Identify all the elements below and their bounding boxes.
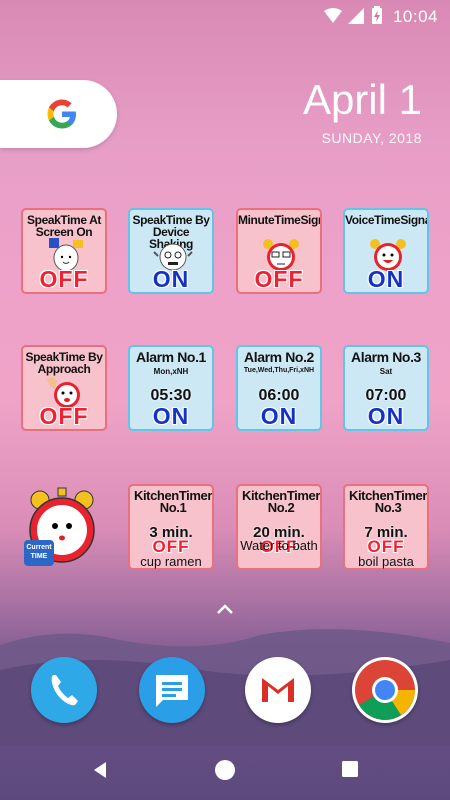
state-on-label: ON bbox=[260, 403, 298, 429]
alarm-2-widget[interactable]: Alarm No.2 Tue,Wed,Thu,Fri,xNH 06:00 ON bbox=[236, 345, 322, 431]
widget-title: SpeakTime By Approach bbox=[25, 350, 103, 376]
alarm-1-widget[interactable]: Alarm No.1 Mon,xNH 05:30 ON bbox=[128, 345, 214, 431]
weekday-year-text: SUNDAY, 2018 bbox=[321, 130, 422, 146]
date-widget[interactable]: April 1 SUNDAY, 2018 bbox=[302, 76, 422, 147]
widget-title: Alarm No.1 bbox=[136, 349, 206, 365]
clock-time: 10:04 bbox=[392, 7, 438, 26]
back-button[interactable] bbox=[90, 760, 110, 780]
widget-title: Alarm No.3 bbox=[351, 349, 421, 365]
battery-icon bbox=[372, 6, 382, 24]
phone-app-icon[interactable] bbox=[31, 657, 97, 723]
voice-time-signal-widget[interactable]: VoiceTimeSignal ON bbox=[343, 208, 429, 294]
wifi-icon bbox=[324, 8, 342, 23]
google-search-widget[interactable] bbox=[0, 80, 117, 148]
alarm-3-widget[interactable]: Alarm No.3 Sat 07:00 ON bbox=[343, 345, 429, 431]
chevron-up-icon[interactable] bbox=[215, 602, 235, 616]
navigation-bar bbox=[0, 742, 450, 800]
home-button[interactable] bbox=[214, 759, 236, 781]
status-bar: 10:04 bbox=[0, 0, 450, 34]
timer-label: boil pasta bbox=[358, 554, 414, 569]
widget-title: KitchenTimer No.2 bbox=[241, 488, 321, 515]
messages-app-icon[interactable] bbox=[139, 657, 205, 723]
chrome-app-icon[interactable] bbox=[352, 657, 418, 723]
widget-title: KitchenTimer No.1 bbox=[133, 488, 213, 515]
state-on-label: ON bbox=[152, 266, 190, 292]
widget-title: Alarm No.2 bbox=[244, 349, 314, 365]
widget-title: SpeakTime At Screen On bbox=[27, 213, 101, 239]
recents-button[interactable] bbox=[341, 760, 359, 778]
signal-icon bbox=[348, 8, 364, 24]
minute-time-signal-widget[interactable]: MinuteTimeSignal OFF bbox=[236, 208, 322, 294]
state-on-label: ON bbox=[367, 403, 405, 429]
gmail-app-icon[interactable] bbox=[245, 657, 311, 723]
timer-label: Water to bath bbox=[240, 538, 318, 553]
alarm-days: Sat bbox=[379, 367, 393, 376]
state-off-label: OFF bbox=[39, 403, 89, 429]
state-on-label: ON bbox=[152, 403, 190, 429]
speaktime-approach-widget[interactable]: SpeakTime By Approach OFF bbox=[21, 345, 107, 431]
speaktime-shaking-widget[interactable]: SpeakTime By Device Shaking ON bbox=[128, 208, 214, 294]
state-off-label: OFF bbox=[39, 266, 89, 292]
current-time-badge: Current TIME bbox=[24, 540, 54, 566]
date-text: April 1 bbox=[302, 76, 422, 123]
state-on-label: ON bbox=[367, 266, 405, 292]
widget-title: VoiceTimeSignal bbox=[345, 213, 429, 227]
google-g-icon bbox=[47, 99, 76, 129]
alarm-days: Mon,xNH bbox=[153, 367, 189, 376]
widget-title: MinuteTimeSignal bbox=[238, 213, 320, 227]
widget-title: KitchenTimer No.3 bbox=[348, 488, 428, 515]
speaktime-screen-on-widget[interactable]: SpeakTime At Screen On OFF bbox=[21, 208, 107, 294]
alarm-days: Tue,Wed,Thu,Fri,xNH bbox=[243, 367, 315, 374]
timer-label: cup ramen bbox=[140, 554, 202, 569]
state-off-label: OFF bbox=[254, 266, 304, 292]
kitchen-timer-2-widget[interactable]: KitchenTimer No.2 20 min. OFF bbox=[236, 484, 322, 570]
